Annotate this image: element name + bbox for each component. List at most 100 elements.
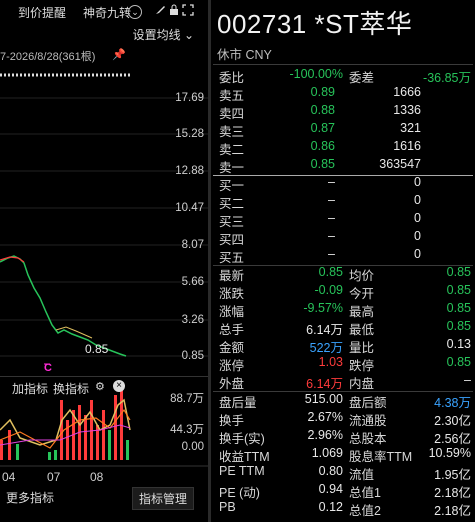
indicator-manage-button[interactable]: 指标管理 <box>132 487 195 510</box>
order-volume: 0 <box>414 247 421 261</box>
stock-title: 002731 *ST萃华 <box>217 9 413 39</box>
order-volume: 0 <box>414 193 421 207</box>
order-book-row[interactable]: 卖三 0.87 321 <box>211 121 475 139</box>
stat-label: 跌停 <box>349 359 375 373</box>
order-volume: 0 <box>414 175 421 189</box>
more-indicators-button[interactable]: 更多指标 <box>6 489 54 506</box>
stat-label: 涨幅 <box>219 305 245 319</box>
order-level-label: 买四 <box>219 233 245 247</box>
order-book-row[interactable]: 买五 – 0 <box>211 247 475 265</box>
gear-icon[interactable]: ⚙ <box>95 380 105 393</box>
order-level-label: 买二 <box>219 197 245 211</box>
stat-label: 流值 <box>349 468 375 482</box>
stat-value: 0.13 <box>446 337 471 351</box>
stat-label: 总手 <box>219 323 245 337</box>
stat-row: 涨幅 -9.57% 最高 0.85 <box>211 301 475 319</box>
stat-label: PE TTM <box>219 464 265 478</box>
order-price: – <box>328 247 335 261</box>
stat-label: 盘后额 <box>349 396 387 410</box>
kline-canvas[interactable]: C <box>0 0 208 522</box>
stat-value: 4.38万 <box>434 396 471 410</box>
stat-label: 流通股 <box>349 414 387 428</box>
last-price-label: 0.85 <box>85 342 109 356</box>
stat-value: -0.09 <box>314 283 344 297</box>
label: 委差 <box>349 71 375 85</box>
date-label: 07 <box>47 470 61 484</box>
stat-value: 2.56亿 <box>434 432 471 446</box>
order-book-row[interactable]: 买一 – 0 <box>211 175 475 193</box>
add-indicator-button[interactable]: 加指标 <box>12 380 48 397</box>
stat-value: 2.18亿 <box>434 486 471 500</box>
order-price: 0.86 <box>310 139 335 153</box>
price-tick: 12.88 <box>175 165 204 177</box>
order-book-row[interactable]: 卖一 0.85 363547 <box>211 157 475 175</box>
stat-row: 收益TTM 1.069 股息率TTM 10.59% <box>211 446 475 464</box>
stat-label: 均价 <box>349 269 375 283</box>
stat-value: 2.30亿 <box>434 414 471 428</box>
stat-label: 外盘 <box>219 377 245 391</box>
divider <box>213 64 473 65</box>
stat-label: 今开 <box>349 287 375 301</box>
price-tick: 10.47 <box>175 202 204 214</box>
stat-row: 最新 0.85 均价 0.85 <box>211 265 475 283</box>
stat-value: 515.00 <box>304 392 343 406</box>
order-book-row[interactable]: 买三 – 0 <box>211 211 475 229</box>
stat-label: 股息率TTM <box>349 450 413 464</box>
market-status: 休市 CNY <box>217 48 272 62</box>
value: -100.00% <box>289 67 343 81</box>
kline-chart-pane[interactable]: 到价提醒 神奇九转 ⌄ 设置均线 ⌄ 7-2026/8/28(361根) 📌 C <box>0 0 208 522</box>
volume-tick: 88.7万 <box>170 393 204 405</box>
order-level-label: 买五 <box>219 251 245 265</box>
stat-value: 0.80 <box>318 464 343 478</box>
order-level-label: 卖五 <box>219 89 245 103</box>
price-tick: 5.66 <box>181 276 204 288</box>
stat-label: 总股本 <box>349 432 387 446</box>
order-volume: 0 <box>414 229 421 243</box>
order-price: 0.88 <box>310 103 335 117</box>
stat-label: 收益TTM <box>219 450 270 464</box>
quote-pane: 002731 *ST萃华 休市 CNY 委比 -100.00% 委差 -36.8… <box>211 0 475 522</box>
stat-label: PE (动) <box>219 486 260 500</box>
stat-row: 总手 6.14万 最低 0.85 <box>211 319 475 337</box>
order-book-row[interactable]: 买四 – 0 <box>211 229 475 247</box>
stat-value: -9.57% <box>303 301 343 315</box>
switch-indicator-button[interactable]: 换指标 <box>53 380 89 397</box>
order-price: 0.85 <box>310 157 335 171</box>
stat-value: 0.85 <box>446 301 471 315</box>
volume-tick: 44.3万 <box>170 424 204 436</box>
order-volume: 1336 <box>393 103 421 117</box>
order-price: 0.87 <box>310 121 335 135</box>
stat-label: 量比 <box>349 341 375 355</box>
order-book-row[interactable]: 卖二 0.86 1616 <box>211 139 475 157</box>
stat-value: 1.03 <box>318 355 343 369</box>
stat-label: 最高 <box>349 305 375 319</box>
order-level-label: 卖二 <box>219 143 245 157</box>
order-volume: 321 <box>400 121 421 135</box>
price-tick: 8.07 <box>181 239 204 251</box>
stat-label: 换手(实) <box>219 432 265 446</box>
stat-row: 换手 2.67% 流通股 2.30亿 <box>211 410 475 428</box>
close-icon[interactable]: × <box>113 380 125 392</box>
stat-label: PB <box>219 500 236 514</box>
price-tick: 15.28 <box>175 128 204 140</box>
price-tick: 17.69 <box>175 92 204 104</box>
stat-value: 0.12 <box>318 500 343 514</box>
stat-row: 涨停 1.03 跌停 0.85 <box>211 355 475 373</box>
order-book-row[interactable]: 买二 – 0 <box>211 193 475 211</box>
stat-value: 522万 <box>309 341 343 355</box>
order-volume: 1666 <box>393 85 421 99</box>
order-volume: 0 <box>414 211 421 225</box>
stat-value: 0.94 <box>318 482 343 496</box>
stat-row: 涨跌 -0.09 今开 0.85 <box>211 283 475 301</box>
order-book-row[interactable]: 卖四 0.88 1336 <box>211 103 475 121</box>
order-volume: 1616 <box>393 139 421 153</box>
stat-value: 6.14万 <box>306 377 343 391</box>
stat-value: 0.85 <box>446 319 471 333</box>
stat-label: 最新 <box>219 269 245 283</box>
label: 委比 <box>219 71 245 85</box>
order-level-label: 买一 <box>219 179 245 193</box>
stat-value: 6.14万 <box>306 323 343 337</box>
volume-tick: 0.00 <box>181 441 204 453</box>
order-book-row[interactable]: 卖五 0.89 1666 <box>211 85 475 103</box>
stat-value: 1.95亿 <box>434 468 471 482</box>
